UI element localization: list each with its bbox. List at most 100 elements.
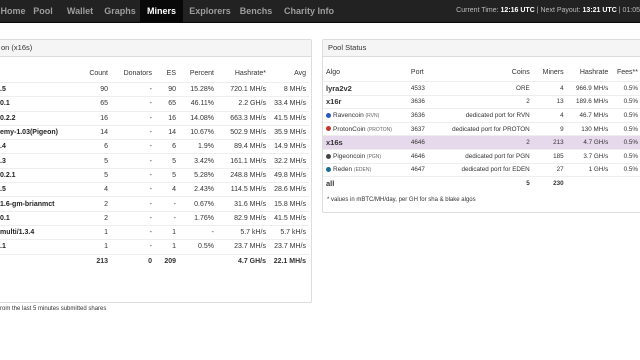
status-extra: | 01:05 — [618, 7, 640, 14]
pool-row[interactable]: ProtonCoin (PROTON) 3637 dedicated port fo… — [323, 121, 640, 136]
miners-table-header: Count Donators ES Percent Hashrate* Avg — [0, 64, 309, 83]
coin-name[interactable]: ProtonCoin — [333, 126, 366, 133]
algo-name[interactable]: all — [326, 179, 334, 188]
pool-cell-port — [407, 176, 444, 190]
nav-benchs[interactable]: Benchs — [238, 0, 274, 22]
pool-row[interactable]: Reden (EDEN) 4647 dedicated port for EDEN 2… — [323, 162, 640, 177]
miners-col-count[interactable]: Count — [81, 64, 111, 83]
miners-col-donators[interactable]: Donators — [111, 64, 155, 83]
algo-name[interactable]: x16s — [326, 138, 343, 147]
pool-cell-miners: 213 — [532, 135, 567, 150]
pool-row[interactable]: lyra2v2 4533 ORE 4 966.9 MH/s 0.5% — [323, 81, 640, 96]
nav-pool[interactable]: Pool — [28, 0, 58, 22]
miner-cell-hashrate: 89.4 MH/s — [217, 139, 269, 154]
pool-cell-fees: 0.5% — [611, 121, 640, 136]
pool-row[interactable]: x16r 3636 2 13 189.6 MH/s 0.5% — [323, 94, 640, 109]
miners-total-count: 213 — [81, 253, 111, 269]
server-time-status: Current Time: 12:16 UTC | Next Payout: 1… — [456, 0, 640, 22]
algo-name[interactable]: x16r — [326, 97, 341, 106]
coin-symbol: (PROTON) — [367, 126, 392, 133]
miner-cell-name: 0.1 — [0, 96, 81, 112]
pool-row[interactable]: all 5 230 — [323, 176, 640, 190]
miner-cell-name: 0.2.1 — [0, 167, 81, 183]
pool-col-coins[interactable]: Coins — [444, 63, 533, 82]
nav-home[interactable]: Home — [0, 0, 26, 22]
pool-cell-miners: 185 — [532, 148, 567, 164]
miner-cell-es: 16 — [155, 110, 179, 126]
miner-cell-hashrate: 114.5 MH/s — [217, 182, 269, 197]
coin-name[interactable]: Pigeoncoin — [333, 153, 365, 160]
pool-cell-coins: ORE — [443, 81, 533, 96]
pool-status-table: Algo Port Coins Miners Hashrate Fees** l… — [323, 63, 640, 190]
coin-name[interactable]: Reden — [333, 166, 352, 173]
pool-cell-miners: 230 — [532, 176, 567, 190]
miner-cell-hashrate: 23.7 MH/s — [217, 239, 269, 255]
miner-cell-donators: - — [111, 224, 155, 240]
pool-cell-algo: all — [323, 176, 408, 190]
miner-cell-avg: 15.8 MH/s — [269, 196, 309, 212]
pool-cell-hashrate: 4.7 GH/s — [566, 135, 612, 150]
nav-charity-info[interactable]: Charity Info — [281, 0, 337, 22]
pool-col-algo[interactable]: Algo — [323, 63, 408, 82]
miners-col-es[interactable]: ES — [155, 64, 179, 83]
pool-cell-port: 4533 — [407, 81, 444, 96]
pool-status-title: Pool Status — [323, 40, 640, 57]
miners-col-avg[interactable]: Avg — [269, 64, 309, 83]
miner-cell-name: .5 — [0, 81, 81, 97]
miner-cell-count: 90 — [81, 81, 111, 97]
pool-col-hashrate[interactable]: Hashrate — [567, 63, 612, 82]
pool-cell-algo: Reden (EDEN) — [323, 162, 408, 177]
miner-cell-donators: - — [111, 210, 155, 226]
miner-cell-percent: 14.08% — [179, 110, 217, 126]
miner-cell-avg: 33.4 MH/s — [269, 96, 309, 112]
pool-cell-algo: lyra2v2 — [323, 81, 408, 96]
coin-icon — [326, 153, 331, 159]
miner-cell-name: .5 — [0, 182, 81, 197]
pool-cell-coins: dedicated port for PROTON — [443, 121, 533, 136]
pool-col-port[interactable]: Port — [408, 63, 444, 82]
nav-miners[interactable]: Miners — [140, 0, 183, 22]
pool-row[interactable]: Pigeoncoin (PGN) 4646 dedicated port for P… — [323, 148, 640, 164]
miner-cell-hashrate: 2.2 GH/s — [217, 96, 269, 112]
pool-cell-hashrate — [566, 176, 612, 190]
miner-row: emy-1.03(Pigeon) 14-14 10.67% 502.9 MH/s 35.… — [0, 124, 309, 140]
pool-cell-algo: x16s — [323, 135, 408, 150]
miner-cell-percent: 1.76% — [179, 210, 217, 226]
miner-cell-name: .1 — [0, 239, 81, 255]
nav-explorers[interactable]: Explorers — [186, 0, 234, 22]
pool-col-fees[interactable]: Fees** — [611, 63, 640, 82]
miner-cell-avg: 14.9 MH/s — [269, 139, 309, 154]
miner-cell-count: 65 — [81, 96, 111, 112]
pool-row[interactable]: Ravencoin (RVN) 3636 dedicated port for RV… — [323, 108, 640, 123]
pool-col-miners[interactable]: Miners — [533, 63, 567, 82]
nav-wallet[interactable]: Wallet — [62, 0, 98, 22]
miners-total-percent — [179, 253, 217, 269]
coin-name[interactable]: Ravencoin — [333, 112, 364, 119]
miner-cell-hashrate: 5.7 kH/s — [217, 224, 269, 240]
pool-table-header: Algo Port Coins Miners Hashrate Fees** — [323, 63, 640, 82]
pool-cell-coins: 2 — [443, 135, 533, 150]
miner-cell-es: - — [155, 196, 179, 212]
miner-cell-donators: - — [111, 182, 155, 197]
nav-graphs[interactable]: Graphs — [101, 0, 139, 22]
miner-row: 0.1 65-65 46.11% 2.2 GH/s 33.4 MH/s — [0, 96, 309, 112]
coin-symbol: (PGN) — [366, 153, 382, 160]
miner-cell-donators: - — [111, 96, 155, 112]
pool-cell-hashrate: 3.7 GH/s — [566, 148, 612, 164]
miner-cell-hashrate: 502.9 MH/s — [217, 124, 269, 140]
miners-col-hashrate[interactable]: Hashrate* — [217, 64, 269, 83]
miner-cell-es: 5 — [155, 153, 179, 169]
pool-cell-port: 4646 — [407, 148, 444, 164]
miners-col-percent[interactable]: Percent — [179, 64, 217, 83]
miner-cell-avg: 8 MH/s — [269, 81, 309, 97]
pool-cell-fees: 0.5% — [611, 108, 640, 123]
miner-row: multi/1.3.4 1-1-5.7 kH/s 5.7 kH/s — [0, 224, 309, 240]
coin-icon — [326, 126, 331, 132]
miner-cell-es: 1 — [155, 224, 179, 240]
miner-cell-hashrate: 31.6 MH/s — [217, 196, 269, 212]
miner-cell-es: 5 — [155, 167, 179, 183]
algo-name[interactable]: lyra2v2 — [326, 84, 352, 93]
current-time-value: 12:16 UTC — [500, 7, 535, 14]
pool-row[interactable]: x16s 4646 2 213 4.7 GH/s 0.5% — [323, 135, 640, 150]
miner-cell-donators: - — [111, 139, 155, 154]
